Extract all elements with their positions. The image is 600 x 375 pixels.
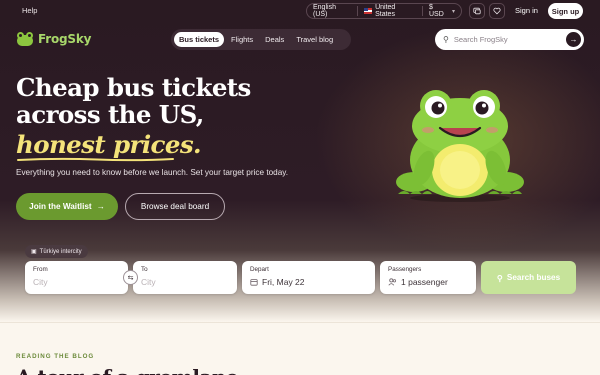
brand-logo[interactable]: FrogSky	[16, 31, 91, 46]
section-divider	[0, 322, 600, 323]
tab-deals[interactable]: Deals	[260, 32, 289, 47]
region-badge: ▣ Türkiye intercity	[25, 245, 88, 258]
passengers-label: Passengers	[388, 266, 422, 273]
swap-cities-button[interactable]: ⇆	[123, 270, 138, 285]
search-icon: ⚲	[496, 273, 503, 283]
main-nav: Bus tickets Flights Deals Travel blog	[171, 29, 351, 50]
depart-label: Depart	[250, 266, 269, 273]
top-bar: Help English (US) United States $ USD ▾ S…	[0, 0, 600, 22]
blog-eyebrow: READING THE BLOG	[16, 353, 95, 360]
language-selector[interactable]: English (US)	[307, 4, 357, 18]
favorites-button[interactable]	[489, 3, 505, 19]
locale-selector[interactable]: English (US) United States $ USD ▾	[306, 3, 462, 19]
bus-icon: ▣	[31, 249, 37, 255]
search-buses-label: Search buses	[506, 273, 561, 282]
join-waitlist-button[interactable]: Join the Waitlist →	[16, 193, 118, 220]
language-label: English (US)	[313, 4, 336, 18]
from-field[interactable]: From City	[25, 261, 128, 294]
hero-headline-accent: honest prices.	[16, 130, 202, 159]
messages-button[interactable]	[469, 3, 485, 19]
sign-in-link[interactable]: Sign in	[515, 6, 538, 15]
to-field[interactable]: To City	[133, 261, 237, 294]
search-submit-button[interactable]: →	[566, 32, 581, 47]
blog-title: A tour of a gremlane	[16, 365, 239, 375]
chat-icon	[473, 7, 481, 15]
passengers-input[interactable]: 1 passenger	[388, 277, 448, 287]
hero-headline: Cheap bus tickets across the US,	[16, 73, 251, 129]
chevron-down-icon: ▾	[451, 8, 455, 15]
swap-icon: ⇆	[127, 274, 134, 282]
heart-icon	[493, 7, 501, 15]
calendar-icon	[250, 279, 258, 286]
currency-selector[interactable]: $ USD ▾	[423, 4, 461, 18]
to-input[interactable]: City	[141, 277, 156, 287]
depart-value: Fri, May 22	[262, 277, 305, 287]
us-flag-icon	[364, 8, 373, 14]
from-label: From	[33, 266, 48, 273]
tab-flights[interactable]: Flights	[226, 32, 258, 47]
search-buses-button[interactable]: ⚲ Search buses	[481, 261, 576, 294]
search-icon: ⚲	[443, 35, 449, 44]
squiggle-underline	[17, 157, 174, 162]
currency-label: $ USD	[429, 4, 444, 18]
depart-input[interactable]: Fri, May 22	[250, 277, 305, 287]
brand-name: FrogSky	[38, 31, 92, 46]
sign-up-button[interactable]: Sign up	[548, 3, 583, 19]
country-label: United States	[375, 4, 396, 18]
to-label: To	[141, 266, 148, 273]
depart-field[interactable]: Depart Fri, May 22	[242, 261, 375, 294]
people-icon	[388, 278, 397, 286]
tab-travel-blog[interactable]: Travel blog	[291, 32, 338, 47]
from-input[interactable]: City	[33, 277, 48, 287]
passengers-field[interactable]: Passengers 1 passenger	[380, 261, 476, 294]
country-selector[interactable]: United States	[358, 4, 422, 18]
region-badge-label: Türkiye intercity	[39, 248, 82, 255]
passengers-value: 1 passenger	[401, 277, 448, 287]
frog-logo-icon	[16, 31, 34, 46]
join-waitlist-label: Join the Waitlist	[29, 202, 92, 211]
browse-deals-button[interactable]: Browse deal board	[125, 193, 225, 220]
hero-subtitle: Everything you need to know before we la…	[16, 168, 289, 177]
frog-mascot-illustration	[396, 90, 524, 202]
search-input[interactable]	[453, 35, 560, 44]
help-link[interactable]: Help	[22, 6, 37, 15]
tab-bus-tickets[interactable]: Bus tickets	[174, 32, 225, 47]
arrow-right-icon: →	[569, 35, 578, 44]
site-search: ⚲ →	[435, 29, 584, 50]
arrow-right-icon: →	[96, 202, 105, 211]
